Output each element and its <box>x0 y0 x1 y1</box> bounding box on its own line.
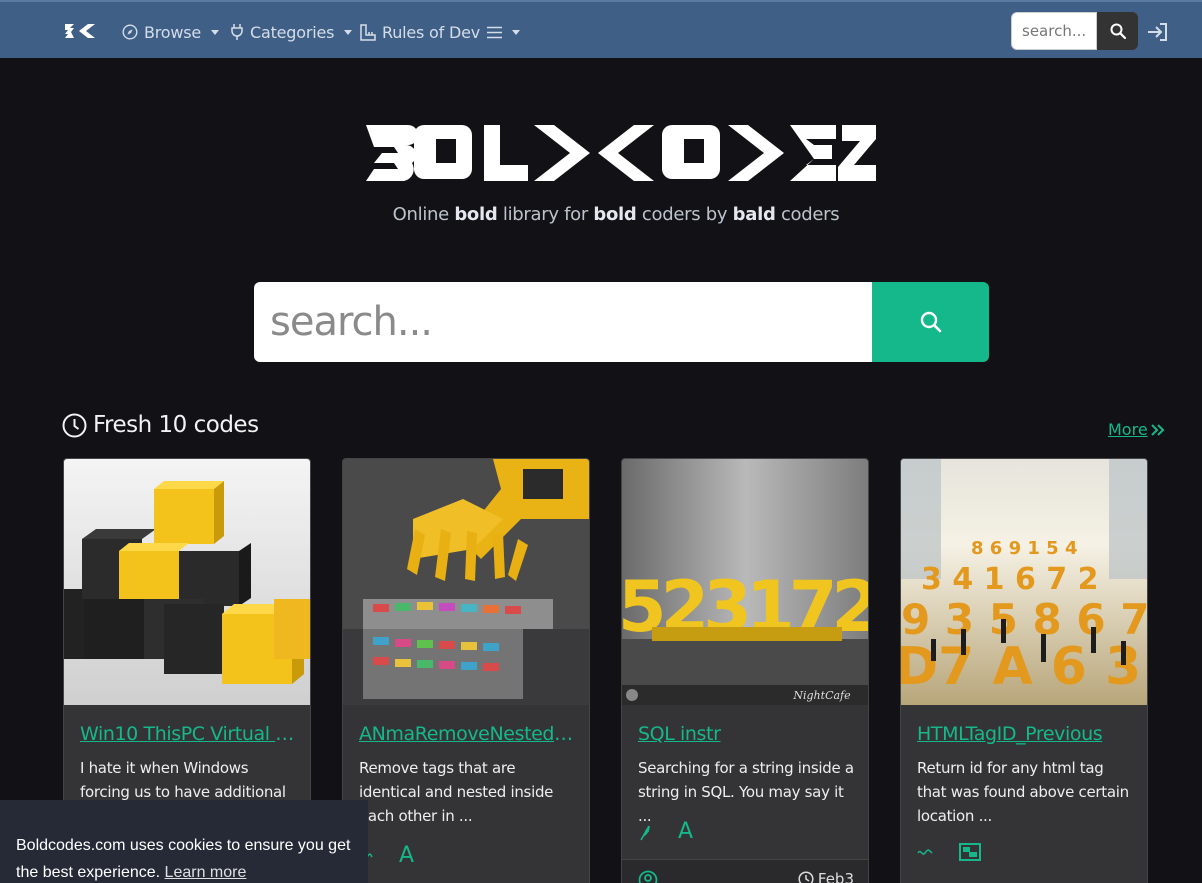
card-image[interactable]: 3 4 1 6 7 2 9 3 5 8 6 7 D7 A 6 3 8 6 9 1… <box>901 459 1147 705</box>
svg-text:D7 A 6 3: D7 A 6 3 <box>901 637 1141 697</box>
card-date: Feb3 <box>798 870 854 883</box>
nav-menu-dropdown[interactable] <box>487 21 520 43</box>
svg-text:3 4 1 6 7 2: 3 4 1 6 7 2 <box>921 562 1098 597</box>
nav-rules-link[interactable]: Rules of Dev <box>359 21 480 43</box>
card-category-icons: A <box>638 819 693 844</box>
main-search-input[interactable] <box>254 282 872 362</box>
clock-icon <box>798 871 814 883</box>
letter-a-icon: A <box>678 819 694 844</box>
tagline-bold: bold <box>593 204 637 225</box>
main-search <box>254 282 989 362</box>
plug-icon <box>231 24 243 40</box>
svg-text:NightCafe: NightCafe <box>792 689 851 702</box>
card-title-link[interactable]: SQL instr <box>638 723 860 745</box>
user-circle-icon[interactable] <box>638 870 658 883</box>
card-description: Searching for a string inside a string i… <box>638 759 854 825</box>
cookie-banner: Boldcodes.com uses cookies to ensure you… <box>0 800 368 883</box>
letter-a-icon: A <box>399 843 415 868</box>
nav-rules-label: Rules of Dev <box>382 22 480 42</box>
tagline-bold: bold <box>454 204 498 225</box>
nav-search <box>1011 12 1138 50</box>
card-image[interactable] <box>343 459 589 705</box>
nav-search-button[interactable] <box>1097 12 1138 50</box>
search-icon <box>920 311 941 333</box>
card-category-icons <box>917 843 981 861</box>
feather-icon <box>640 825 650 840</box>
double-chevron-right-icon <box>1150 423 1165 436</box>
code-card: 523172 NightCafe SQL instr Searching for… <box>621 458 869 883</box>
nav-categories-label: Categories <box>250 22 335 42</box>
card-description: Remove tags that are identical and neste… <box>359 759 554 825</box>
card-description: I hate it when Windows forcing us to hav… <box>80 759 286 801</box>
tagline-part: Online <box>392 204 455 225</box>
hamburger-icon <box>487 26 502 38</box>
nav-categories-dropdown[interactable]: Categories <box>230 21 353 43</box>
compass-icon <box>122 24 138 40</box>
snake-icon <box>917 849 933 855</box>
search-icon <box>1110 23 1126 39</box>
code-card: ANmaRemoveNestedTags Remove tags that ar… <box>342 458 590 883</box>
card-title-link[interactable]: HTMLTagID_Previous <box>917 723 1139 745</box>
chevron-down-icon <box>211 29 220 35</box>
section-title: Fresh 10 codes <box>62 412 259 438</box>
tagline-part: coders <box>775 204 840 225</box>
clock-icon <box>62 413 87 437</box>
navbar: Browse Categories Rules of Dev <box>0 0 1202 58</box>
chevron-down-icon <box>344 29 353 35</box>
card-footer: Feb3 <box>622 859 868 883</box>
more-link-label: More <box>1108 420 1148 439</box>
tagline-part: coders by <box>636 204 733 225</box>
card-title-link[interactable]: Win10 ThisPC Virtual Folders <box>80 723 302 745</box>
code-card: 3 4 1 6 7 2 9 3 5 8 6 7 D7 A 6 3 8 6 9 1… <box>900 458 1148 883</box>
card-date-text: Feb3 <box>817 870 854 883</box>
sign-in-icon[interactable] <box>1147 22 1169 42</box>
section-title-text: Fresh 10 codes <box>93 412 259 438</box>
nav-browse-dropdown[interactable]: Browse <box>122 21 220 43</box>
main-search-button[interactable] <box>872 282 989 362</box>
card-description: Return id for any html tag that was foun… <box>917 759 1129 825</box>
svg-text:8 6 9 1 5 4: 8 6 9 1 5 4 <box>971 538 1077 559</box>
nav-browse-label: Browse <box>144 22 202 42</box>
more-link[interactable]: More <box>1108 420 1166 439</box>
card-image[interactable] <box>64 459 310 705</box>
tagline: Online bold library for bold coders by b… <box>0 204 1202 225</box>
card-title-link[interactable]: ANmaRemoveNestedTags <box>359 723 581 745</box>
tagline-bold: bald <box>732 204 776 225</box>
card-image[interactable]: 523172 NightCafe <box>622 459 868 705</box>
cookie-learn-more-link[interactable]: Learn more <box>165 864 247 881</box>
hero-logo <box>366 125 876 181</box>
image-icon <box>959 843 981 861</box>
chevron-down-icon <box>512 29 520 35</box>
tagline-part: library for <box>497 204 594 225</box>
rules-icon <box>360 23 376 41</box>
nav-search-input[interactable] <box>1011 12 1097 50</box>
site-logo-icon[interactable] <box>64 22 96 40</box>
